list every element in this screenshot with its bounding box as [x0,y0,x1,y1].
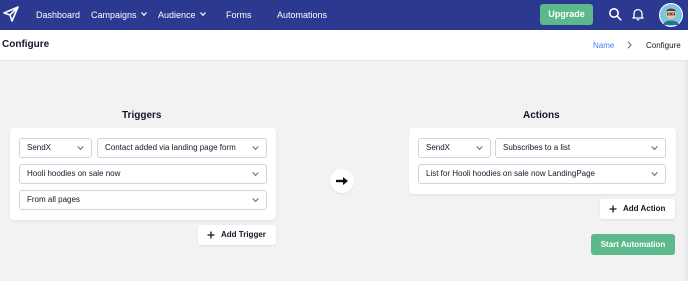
actions-card: SendX Subscribes to a list List for Hool… [409,128,676,194]
page-header: Configure Name Configure [0,30,688,61]
trigger-app-value: SendX [27,143,52,152]
triggers-card: SendX Contact added via landing page for… [10,128,276,220]
nav-automations[interactable]: Automations [277,0,327,30]
chevron-down-icon [140,12,147,17]
nav-campaigns[interactable]: Campaigns [91,0,147,30]
chevron-right-icon [627,41,632,49]
action-list-select[interactable]: List for Hooli hoodies on sale now Landi… [418,164,666,184]
nav-automations-label: Automations [277,10,328,20]
paper-plane-icon[interactable] [2,5,20,23]
user-avatar[interactable] [659,3,683,27]
trigger-pages-value: From all pages [27,195,80,204]
plus-icon [609,205,617,213]
nav-dashboard[interactable]: Dashboard [36,0,80,30]
add-action-label: Add Action [623,204,666,213]
add-action-button[interactable]: Add Action [600,199,675,219]
search-icon[interactable] [608,7,622,21]
actions-title: Actions [523,110,560,121]
breadcrumb-name-link[interactable]: Name [593,41,614,50]
chevron-down-icon [651,172,658,177]
trigger-form-select[interactable]: Hooli hoodies on sale now [19,164,267,184]
chevron-down-icon [199,12,206,17]
chevron-down-icon [252,146,259,151]
action-app-select[interactable]: SendX [418,138,491,158]
chevron-down-icon [252,172,259,177]
arrow-right-icon [336,177,348,185]
connector [330,169,354,193]
action-app-value: SendX [426,143,451,152]
bell-icon[interactable] [631,7,645,21]
add-trigger-button[interactable]: Add Trigger [198,225,276,245]
breadcrumb-current: Configure [646,41,681,50]
start-automation-button[interactable]: Start Automation [591,234,675,255]
trigger-app-select[interactable]: SendX [19,138,92,158]
chevron-down-icon [651,146,658,151]
upgrade-button[interactable]: Upgrade [540,4,593,25]
triggers-title: Triggers [122,110,162,121]
action-type-select[interactable]: Subscribes to a list [495,138,666,158]
action-list-value: List for Hooli hoodies on sale now Landi… [426,169,596,178]
top-navbar: Dashboard Campaigns Audience Forms Autom… [0,0,688,30]
action-type-value: Subscribes to a list [503,143,571,152]
trigger-pages-select[interactable]: From all pages [19,190,267,210]
nav-forms-label: Forms [226,10,252,20]
nav-audience[interactable]: Audience [158,0,206,30]
nav-dashboard-label: Dashboard [36,10,81,20]
avatar-image [660,4,682,26]
trigger-event-select[interactable]: Contact added via landing page form [97,138,267,158]
trigger-event-value: Contact added via landing page form [105,143,236,152]
nav-campaigns-label: Campaigns [91,10,137,20]
chevron-down-icon [476,146,483,151]
plus-icon [207,231,215,239]
page-title: Configure [2,39,50,50]
nav-forms[interactable]: Forms [226,0,252,30]
chevron-down-icon [252,198,259,203]
nav-audience-label: Audience [158,10,196,20]
chevron-down-icon [77,146,84,151]
add-trigger-label: Add Trigger [221,230,266,239]
trigger-form-value: Hooli hoodies on sale now [27,169,121,178]
